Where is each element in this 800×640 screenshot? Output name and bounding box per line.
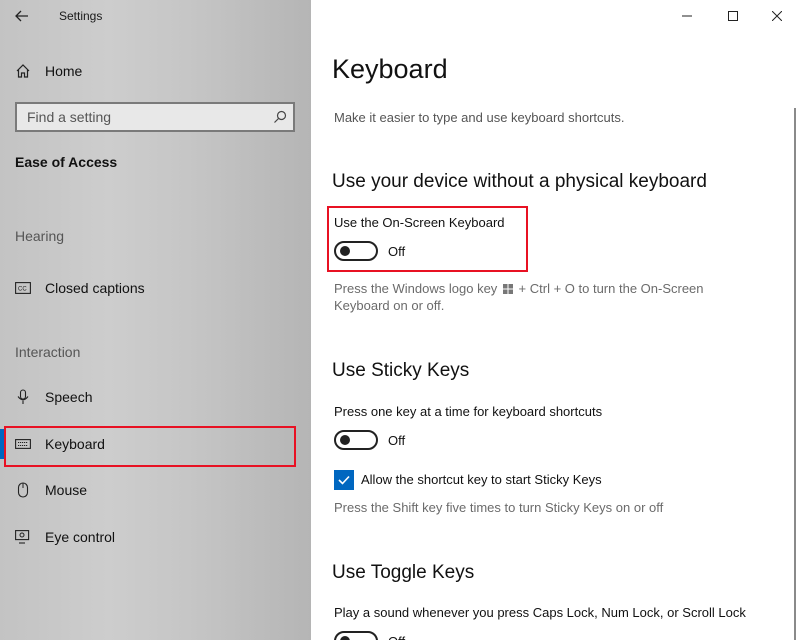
group-label-interaction: Interaction <box>15 344 81 360</box>
search-icon[interactable] <box>273 110 287 124</box>
osk-description-line2: Keyboard on or off. <box>334 298 445 313</box>
toggle-keys-label: Play a sound whenever you press Caps Loc… <box>334 605 746 620</box>
sidebar-item-label: Mouse <box>45 482 88 498</box>
home-icon <box>14 62 32 80</box>
keyboard-icon <box>14 435 32 453</box>
mouse-icon <box>14 481 32 499</box>
back-button[interactable] <box>8 4 36 28</box>
osk-toggle-state: Off <box>388 244 406 259</box>
sticky-keys-toggle-state: Off <box>388 433 406 448</box>
checkmark-icon <box>338 475 350 485</box>
toggle-knob <box>340 636 350 640</box>
app-title: Settings <box>59 9 103 23</box>
minimize-button[interactable] <box>664 0 710 32</box>
sidebar-item-closed-captions[interactable]: CC Closed captions <box>0 268 311 308</box>
group-label-hearing: Hearing <box>15 228 65 244</box>
sticky-keys-toggle[interactable] <box>334 430 378 450</box>
microphone-icon <box>14 388 32 406</box>
toggle-keys-toggle-state: Off <box>388 634 405 640</box>
search-box[interactable] <box>15 102 295 132</box>
search-input[interactable] <box>17 104 267 130</box>
close-button[interactable] <box>754 0 800 32</box>
sidebar-item-eye-control[interactable]: Eye control <box>0 517 311 557</box>
sidebar-item-label: Eye control <box>45 529 116 545</box>
page-subtitle: Make it easier to type and use keyboard … <box>334 110 625 125</box>
sticky-keys-shortcut-checkbox[interactable] <box>334 470 354 490</box>
sticky-keys-shortcut-label: Allow the shortcut key to start Sticky K… <box>361 472 602 487</box>
scrollbar[interactable] <box>794 108 796 640</box>
settings-window: Settings Home Ease of Access Hearing CC … <box>0 0 800 640</box>
closed-captions-icon: CC <box>14 279 32 297</box>
toggle-keys-heading: Use Toggle Keys <box>332 562 475 583</box>
toggle-knob <box>340 246 350 256</box>
osk-description: Press the Windows logo key + Ctrl + O to… <box>334 280 754 314</box>
osk-description-part1: Press the Windows logo key <box>334 281 498 296</box>
sticky-keys-label: Press one key at a time for keyboard sho… <box>334 404 603 419</box>
osk-heading: Use your device without a physical keybo… <box>332 171 707 192</box>
sidebar-item-label: Keyboard <box>45 436 105 452</box>
section-title: Ease of Access <box>15 154 118 170</box>
close-icon <box>772 11 782 21</box>
toggle-knob <box>340 435 350 445</box>
maximize-button[interactable] <box>710 0 756 32</box>
osk-description-part2: + Ctrl + O to turn the On-Screen <box>518 281 704 296</box>
minimize-icon <box>682 15 692 17</box>
main-pane: Keyboard Make it easier to type and use … <box>311 0 800 640</box>
sidebar-item-label: Closed captions <box>45 280 145 296</box>
eye-control-icon <box>14 528 32 546</box>
sidebar-item-label: Speech <box>45 389 93 405</box>
sidebar-item-keyboard[interactable]: Keyboard <box>0 424 311 464</box>
toggle-keys-toggle[interactable] <box>334 631 378 640</box>
sidebar-item-mouse[interactable]: Mouse <box>0 470 311 510</box>
sidebar-item-speech[interactable]: Speech <box>0 377 311 417</box>
sticky-keys-heading: Use Sticky Keys <box>332 360 470 381</box>
sticky-keys-description: Press the Shift key five times to turn S… <box>334 500 664 515</box>
osk-label: Use the On-Screen Keyboard <box>334 215 505 230</box>
sidebar-item-label: Home <box>45 63 83 79</box>
page-title: Keyboard <box>332 54 448 84</box>
sidebar-item-home[interactable]: Home <box>0 51 311 91</box>
svg-text:CC: CC <box>18 287 27 293</box>
title-bar: Settings <box>0 0 311 32</box>
sidebar: Settings Home Ease of Access Hearing CC … <box>0 0 311 640</box>
windows-logo-icon <box>502 284 513 294</box>
osk-toggle[interactable] <box>334 241 378 261</box>
maximize-icon <box>728 11 738 21</box>
back-arrow-icon <box>15 10 28 22</box>
